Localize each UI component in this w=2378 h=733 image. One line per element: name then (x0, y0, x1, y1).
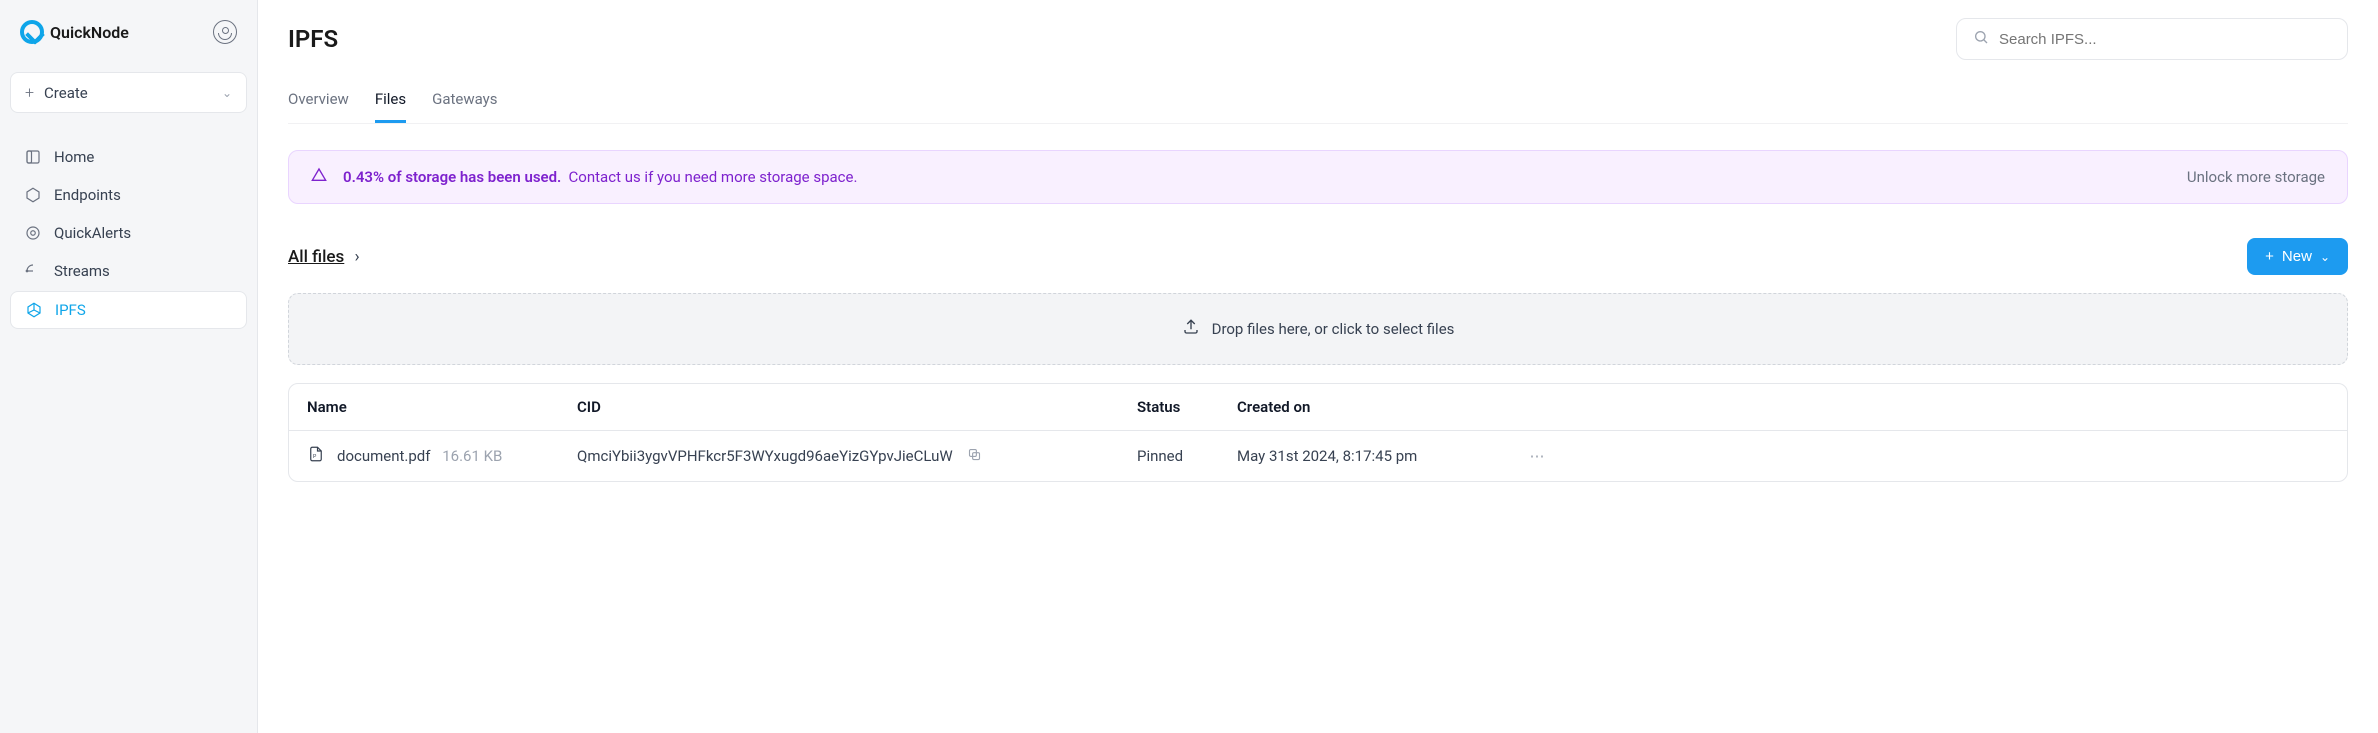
chevron-down-icon: ⌄ (222, 86, 232, 100)
col-cid: CID (577, 398, 1137, 416)
file-created: May 31st 2024, 8:17:45 pm (1237, 447, 1517, 465)
sidebar-nav: Home Endpoints QuickAlerts Streams (10, 139, 247, 329)
tabs: Overview Files Gateways (288, 82, 2348, 124)
svg-text:P: P (313, 454, 317, 460)
quicknode-logo-icon (20, 20, 44, 44)
sidebar-item-label: IPFS (55, 301, 86, 319)
breadcrumb-all-files[interactable]: All files (288, 247, 344, 267)
file-status: Pinned (1137, 447, 1237, 465)
table-row[interactable]: P document.pdf 16.61 KB QmciYbii3ygvVPHF… (289, 431, 2347, 481)
home-icon (24, 148, 42, 166)
quickalerts-icon (24, 224, 42, 242)
file-cid: QmciYbii3ygvVPHFkcr5F3WYxugd96aeYizGYpvJ… (577, 447, 953, 465)
col-name: Name (307, 398, 577, 416)
file-name: document.pdf (337, 447, 431, 465)
plus-icon: + (2265, 248, 2274, 265)
ipfs-icon (25, 301, 43, 319)
sidebar-item-label: Streams (54, 262, 110, 280)
upload-icon (1182, 318, 1200, 340)
unlock-storage-link[interactable]: Unlock more storage (2187, 168, 2325, 186)
sidebar-item-label: Endpoints (54, 186, 121, 204)
alert-strong: 0.43% of storage has been used. (343, 168, 561, 186)
search-icon (1973, 29, 1989, 49)
more-icon[interactable]: ⋯ (1517, 447, 1557, 465)
sidebar-item-quickalerts[interactable]: QuickAlerts (10, 215, 247, 251)
table-header-row: Name CID Status Created on (289, 384, 2347, 431)
new-label: New (2282, 248, 2312, 265)
breadcrumb-separator: › (355, 247, 360, 267)
endpoints-icon (24, 186, 42, 204)
new-button[interactable]: + New ⌄ (2247, 238, 2348, 275)
copy-icon[interactable] (967, 447, 982, 466)
search-input[interactable] (1999, 31, 2331, 48)
sidebar-item-home[interactable]: Home (10, 139, 247, 175)
sidebar: QuickNode + Create ⌄ Home (0, 0, 258, 733)
dropzone[interactable]: Drop files here, or click to select file… (288, 293, 2348, 365)
plus-icon: + (25, 83, 34, 102)
chevron-down-icon: ⌄ (2320, 250, 2330, 264)
page-title: IPFS (288, 25, 338, 53)
tab-files[interactable]: Files (375, 82, 406, 123)
tab-overview[interactable]: Overview (288, 82, 349, 123)
dropzone-text: Drop files here, or click to select file… (1212, 320, 1455, 338)
file-icon: P (307, 445, 325, 467)
streams-icon (24, 262, 42, 280)
file-size: 16.61 KB (442, 447, 502, 465)
storage-alert: 0.43% of storage has been used. Contact … (288, 150, 2348, 204)
files-table: Name CID Status Created on P document.pd… (288, 383, 2348, 482)
create-button[interactable]: + Create ⌄ (10, 72, 247, 113)
breadcrumb: All files › (288, 247, 360, 267)
col-created: Created on (1237, 398, 1517, 416)
main-content: IPFS Overview Files Gateways 0.43% of st… (258, 0, 2378, 733)
account-avatar-icon[interactable] (213, 20, 237, 44)
brand-logo[interactable]: QuickNode (20, 20, 129, 44)
search-input-wrap[interactable] (1956, 18, 2348, 60)
create-label: Create (44, 84, 88, 102)
sidebar-item-label: QuickAlerts (54, 224, 131, 242)
sidebar-item-label: Home (54, 148, 94, 166)
sidebar-item-ipfs[interactable]: IPFS (10, 291, 247, 329)
col-status: Status (1137, 398, 1237, 416)
warning-icon (311, 167, 327, 187)
brand-text: QuickNode (50, 23, 129, 42)
sidebar-item-endpoints[interactable]: Endpoints (10, 177, 247, 213)
tab-gateways[interactable]: Gateways (432, 82, 497, 123)
alert-text-msg: Contact us if you need more storage spac… (569, 168, 858, 186)
sidebar-item-streams[interactable]: Streams (10, 253, 247, 289)
